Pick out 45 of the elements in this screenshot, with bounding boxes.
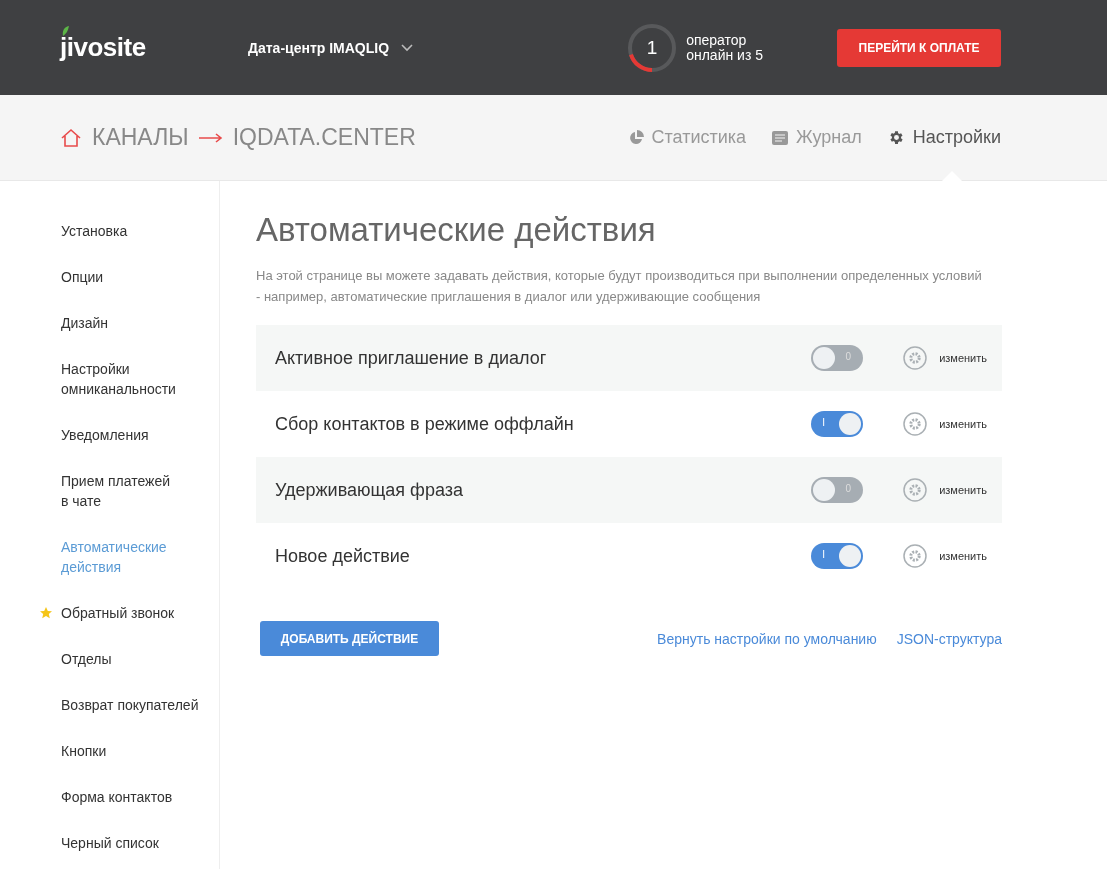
action-name: Активное приглашение в диалог — [275, 347, 548, 369]
sidebar-item[interactable]: Отделы — [61, 649, 219, 669]
pie-chart-icon — [627, 129, 644, 146]
sidebar-item[interactable]: Кнопки — [61, 741, 219, 761]
datacenter-dropdown[interactable]: Дата-центр IMAQLIQ — [248, 39, 414, 56]
edit-button[interactable]: изменить — [903, 478, 987, 502]
sidebar-item[interactable]: Дизайн — [61, 313, 219, 333]
action-name: Сбор контактов в режиме оффлайн — [275, 413, 575, 435]
sidebar-item[interactable]: Установка — [61, 221, 219, 241]
page-description: На этой странице вы можете задавать действия, которые будут производиться при выполнении определенных условий - например, автоматические приглашения в диалог или удерживающие сообщения — [256, 267, 983, 306]
sidebar-item[interactable]: Возврат покупателей — [61, 695, 219, 715]
link[interactable]: Вернуть настройки по умолчанию — [657, 630, 877, 647]
settings-icon — [887, 129, 905, 146]
pay-button[interactable]: ПЕРЕЙТИ К ОПЛАТЕ — [837, 28, 1001, 67]
home-icon[interactable] — [60, 127, 82, 148]
action-name: Удерживающая фраза — [275, 479, 464, 501]
sidebar-item[interactable]: Настройки омниканальности — [61, 359, 219, 399]
edit-button[interactable]: изменить — [903, 346, 987, 370]
sidebar-item[interactable]: Опции — [61, 267, 219, 287]
toggle-switch[interactable]: I — [811, 411, 864, 437]
logo[interactable]: jivosite — [60, 32, 146, 62]
operator-caption: оператор онлайн из 5 — [686, 32, 763, 63]
edit-button[interactable]: изменить — [903, 544, 987, 568]
nav-tab[interactable]: Настройки — [887, 95, 1001, 180]
toggle-switch[interactable]: I — [811, 543, 864, 569]
chevron-icon — [401, 43, 414, 52]
sidebar-item[interactable]: Форма контактов — [61, 787, 219, 807]
action-name: Новое действие — [275, 545, 411, 567]
breadcrumb-current: IQDATA.CENTER — [232, 124, 416, 151]
add-action-button[interactable]: ДОБАВИТЬ ДЕЙСТВИЕ — [260, 621, 439, 656]
settings-icon — [903, 412, 928, 436]
edit-button[interactable]: изменить — [903, 412, 987, 436]
settings-icon — [903, 544, 928, 568]
page-title: Автоматические действия — [256, 211, 657, 249]
arrow-icon — [198, 132, 223, 143]
sidebar-item[interactable]: Прием платежей в чате — [61, 471, 219, 511]
sidebar-item[interactable]: Уведомления — [61, 425, 219, 445]
settings-icon — [903, 346, 928, 370]
list-icon — [772, 130, 789, 145]
leaf-icon — [62, 26, 69, 36]
sidebar-item[interactable]: Обратный звонок — [61, 603, 219, 623]
sidebar-item[interactable]: Черный список — [61, 833, 219, 853]
operator-count: 1 — [645, 35, 659, 60]
link[interactable]: JSON-структура — [896, 630, 1002, 647]
settings-icon — [903, 478, 928, 502]
